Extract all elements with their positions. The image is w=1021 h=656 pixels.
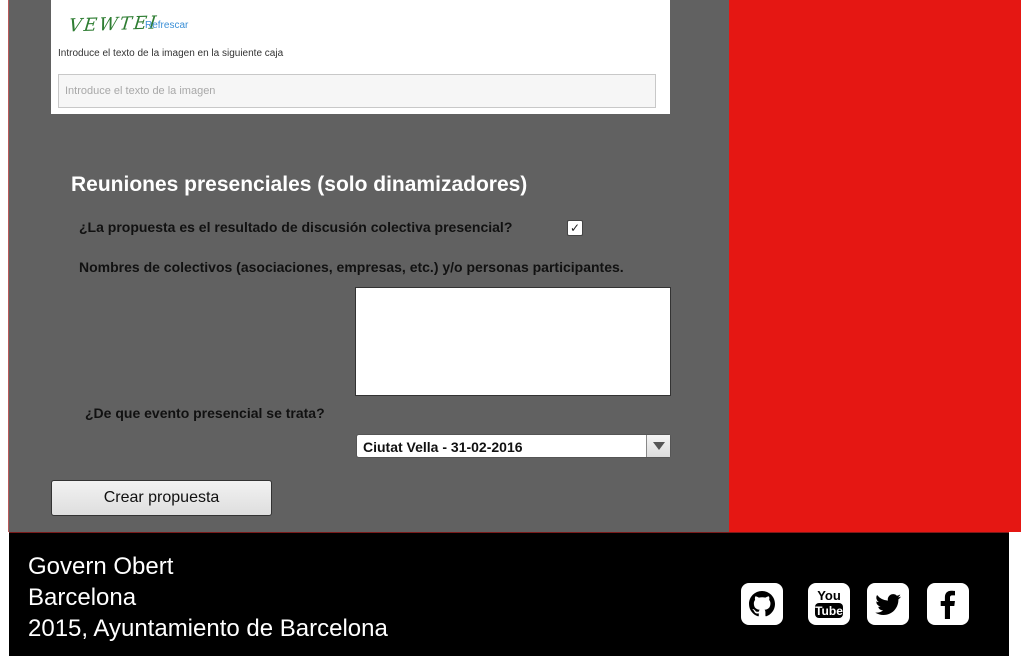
- event-select[interactable]: Ciutat Vella - 31-02-2016: [356, 434, 671, 458]
- event-question-label: ¿De que evento presencial se trata?: [85, 405, 325, 421]
- footer: Govern Obert Barcelona 2015, Ayuntamient…: [9, 532, 1009, 656]
- participants-label: Nombres de colectivos (asociaciones, emp…: [79, 259, 624, 275]
- participants-textarea[interactable]: [355, 287, 671, 396]
- left-edge-strip: [0, 0, 9, 532]
- twitter-icon[interactable]: [867, 583, 909, 625]
- captcha-box: VEWTEI Refrescar Introduce el texto de l…: [51, 0, 670, 114]
- event-select-value: Ciutat Vella - 31-02-2016: [363, 439, 523, 455]
- collective-question-label: ¿La propuesta es el resultado de discusi…: [79, 219, 513, 235]
- checkmark-icon: ✓: [569, 221, 581, 235]
- footer-line-1: Govern Obert: [28, 553, 174, 580]
- facebook-icon[interactable]: [927, 583, 969, 625]
- youtube-icon[interactable]: You Tube: [808, 583, 850, 625]
- captcha-refresh-link[interactable]: Refrescar: [145, 20, 188, 31]
- svg-text:Tube: Tube: [815, 604, 843, 618]
- proposal-form-panel: VEWTEI Refrescar Introduce el texto de l…: [9, 0, 729, 532]
- svg-text:You: You: [817, 588, 841, 603]
- chevron-down-icon[interactable]: [646, 435, 670, 457]
- captcha-input[interactable]: [58, 74, 656, 108]
- captcha-instruction: Introduce el texto de la imagen en la si…: [58, 48, 284, 59]
- section-title: Reuniones presenciales (solo dinamizador…: [71, 173, 528, 196]
- github-icon[interactable]: [741, 583, 783, 625]
- footer-line-2: Barcelona: [28, 584, 137, 611]
- collective-checkbox[interactable]: ✓: [567, 220, 583, 236]
- create-proposal-button[interactable]: Crear propuesta: [51, 480, 272, 516]
- footer-line-3: 2015, Ayuntamiento de Barcelona: [28, 615, 388, 642]
- footer-text: Govern Obert Barcelona 2015, Ayuntamient…: [28, 551, 388, 644]
- red-side-panel: [729, 0, 1021, 532]
